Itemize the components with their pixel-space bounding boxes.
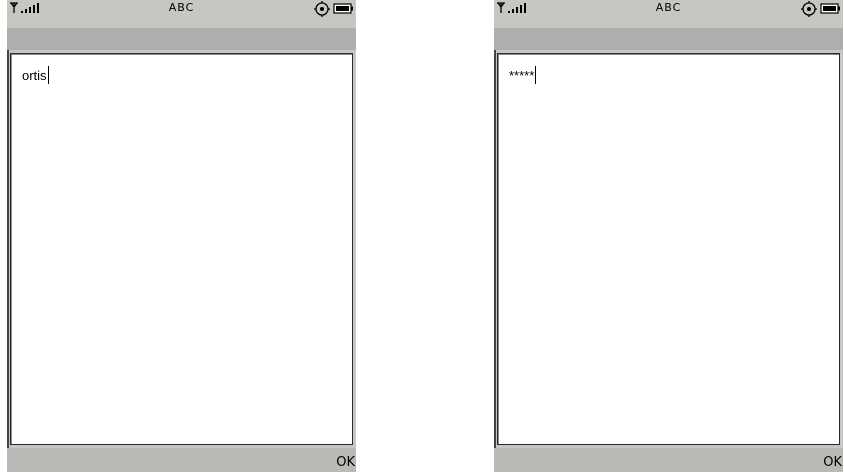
softkey-bar: OK <box>494 448 843 472</box>
ok-softkey-button[interactable]: OK <box>823 455 842 470</box>
battery-icon <box>820 3 840 14</box>
phone-screen-username: ABC ortis OK <box>7 0 356 472</box>
screen-edge <box>7 0 9 472</box>
title-bar <box>494 28 843 50</box>
status-bar: ABC <box>7 0 356 28</box>
phone-screen-password: ABC ***** OK <box>494 0 843 472</box>
screen-edge <box>494 0 496 472</box>
text-caret <box>47 66 49 84</box>
settings-gear-icon <box>314 1 330 17</box>
masked-input-value: ***** <box>509 68 535 83</box>
input-mode-indicator: ABC <box>168 1 195 14</box>
text-input-field[interactable]: ortis <box>10 53 353 445</box>
input-mode-indicator: ABC <box>655 1 682 14</box>
title-bar <box>7 28 356 50</box>
password-input-field[interactable]: ***** <box>497 53 840 445</box>
status-bar: ABC <box>494 0 843 28</box>
softkey-bar: OK <box>7 448 356 472</box>
settings-gear-icon <box>801 1 817 17</box>
input-value: ortis <box>22 68 47 83</box>
ok-softkey-button[interactable]: OK <box>336 455 355 470</box>
text-caret <box>535 66 537 84</box>
battery-icon <box>333 3 353 14</box>
input-text-line: ***** <box>509 66 537 86</box>
input-text-line: ortis <box>22 66 49 86</box>
